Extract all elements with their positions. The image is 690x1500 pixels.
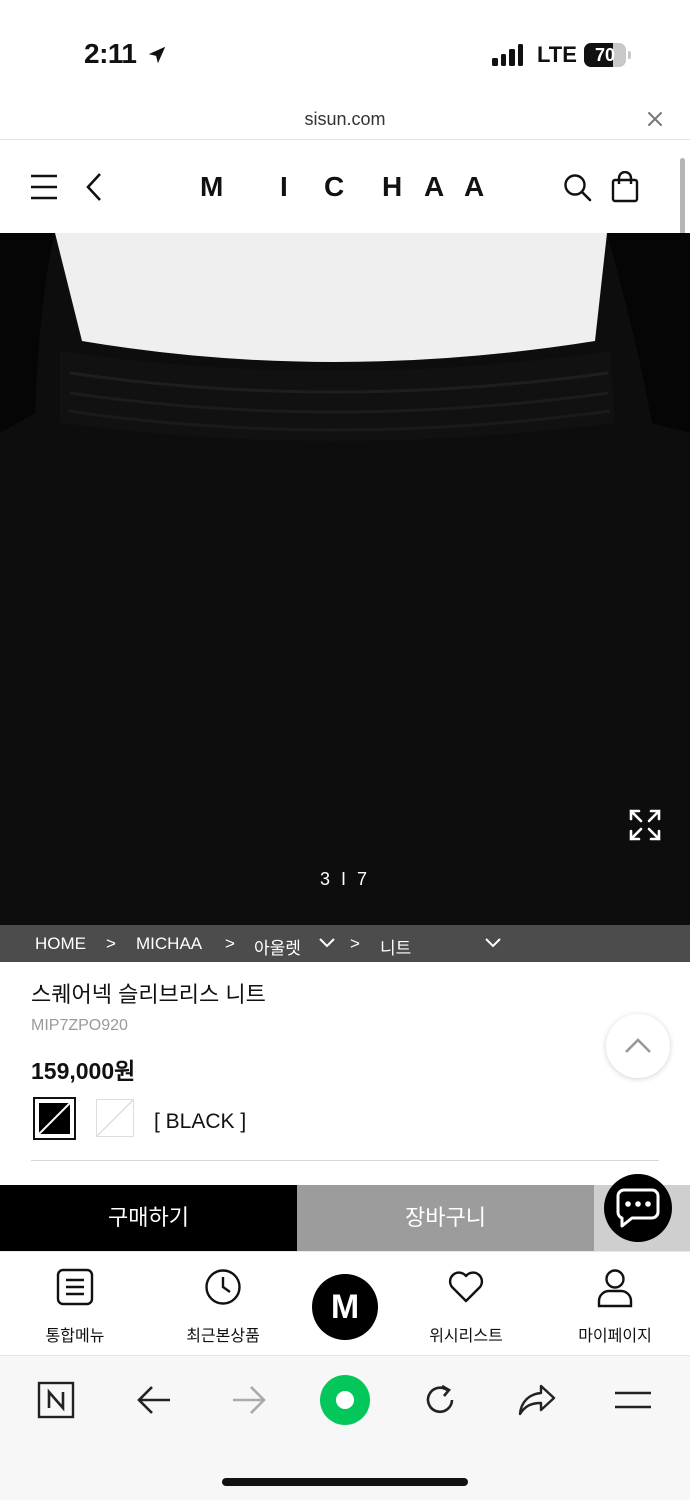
- chat-bubble-icon: [616, 1188, 660, 1228]
- breadcrumb-home[interactable]: HOME: [35, 934, 86, 954]
- nav-mypage[interactable]: 마이페이지: [540, 1252, 690, 1356]
- menu-list-icon: [56, 1268, 94, 1306]
- refresh-icon[interactable]: [422, 1382, 458, 1418]
- nav-home-button[interactable]: M: [312, 1274, 378, 1340]
- shopping-bag-icon[interactable]: [611, 171, 639, 203]
- expand-icon[interactable]: [628, 808, 662, 842]
- back-arrow-icon[interactable]: [84, 172, 104, 202]
- back-arrow-icon[interactable]: [136, 1384, 172, 1416]
- breadcrumb: HOME > MICHAA > 아울렛 > 니트: [0, 925, 690, 962]
- nav-menu-label: 통합메뉴: [45, 1328, 105, 1345]
- close-icon[interactable]: [646, 110, 664, 128]
- breadcrumb-separator: >: [350, 934, 360, 953]
- product-title: 스퀘어넥 슬리브리스 니트: [31, 982, 266, 1007]
- chat-button[interactable]: [604, 1174, 672, 1242]
- home-indicator[interactable]: [222, 1478, 468, 1486]
- nav-wishlist[interactable]: 위시리스트: [391, 1252, 541, 1356]
- cart-button[interactable]: 장바구니: [297, 1185, 594, 1251]
- battery-level: 70: [594, 45, 616, 65]
- signal-icon: [492, 44, 526, 66]
- logo-letter: M: [200, 171, 226, 202]
- nav-mypage-label: 마이페이지: [578, 1328, 652, 1345]
- battery-nub: [628, 51, 631, 59]
- url-text[interactable]: sisun.com: [0, 109, 690, 130]
- status-time: 2:11: [84, 38, 137, 69]
- network-type: LTE: [537, 42, 577, 67]
- product-price: 159,000원: [31, 1058, 136, 1084]
- scroll-top-button[interactable]: [606, 1014, 670, 1078]
- breadcrumb-separator: >: [106, 934, 116, 953]
- logo-letter: A: [464, 171, 487, 202]
- logo-letter: H: [382, 171, 405, 202]
- product-photo: [0, 233, 690, 962]
- chevron-down-icon[interactable]: [484, 937, 502, 949]
- nav-menu[interactable]: 통합메뉴: [0, 1252, 150, 1356]
- url-bar[interactable]: sisun.com: [0, 100, 690, 140]
- color-swatch-unavailable[interactable]: [96, 1099, 134, 1137]
- naver-green-dot-icon[interactable]: [319, 1374, 371, 1426]
- nav-recent-label: 최근본상품: [186, 1328, 260, 1345]
- product-code: MIP7ZPO920: [31, 1017, 128, 1034]
- swatch-slash-icon: [39, 1103, 70, 1134]
- color-swatch-black[interactable]: [33, 1097, 76, 1140]
- heart-icon: [448, 1271, 484, 1303]
- search-icon[interactable]: [563, 173, 593, 203]
- battery-icon: 70: [584, 43, 626, 67]
- logo-letter: C: [324, 171, 347, 202]
- chevron-down-icon[interactable]: [318, 937, 336, 949]
- forward-arrow-icon[interactable]: [231, 1384, 267, 1416]
- product-image[interactable]: 3 I 7: [0, 233, 690, 962]
- site-header: M I C H A A: [0, 141, 690, 233]
- divider: [31, 1160, 659, 1161]
- color-label: [ BLACK ]: [154, 1110, 247, 1133]
- logo-letter: A: [424, 171, 447, 202]
- share-icon[interactable]: [517, 1382, 557, 1418]
- breadcrumb-brand[interactable]: MICHAA: [136, 934, 202, 954]
- nav-recent[interactable]: 최근본상품: [148, 1252, 298, 1356]
- location-arrow-icon: [148, 46, 166, 64]
- buy-button[interactable]: 구매하기: [0, 1185, 297, 1251]
- breadcrumb-knit[interactable]: 니트: [380, 934, 411, 959]
- clock-icon: [205, 1269, 241, 1305]
- hamburger-menu-icon[interactable]: [30, 173, 58, 201]
- nav-wishlist-label: 위시리스트: [429, 1328, 503, 1345]
- brand-logo[interactable]: M I C H A A: [200, 171, 494, 203]
- user-icon: [597, 1269, 633, 1308]
- bottom-nav: 통합메뉴 최근본상품 M 위시리스트 마이페이지: [0, 1251, 690, 1355]
- logo-letter: I: [280, 171, 290, 202]
- naver-n-icon[interactable]: [37, 1381, 75, 1419]
- status-bar: 2:11 LTE 70: [0, 0, 690, 100]
- breadcrumb-separator: >: [225, 934, 235, 953]
- browser-menu-icon[interactable]: [613, 1388, 653, 1412]
- breadcrumb-outlet[interactable]: 아울렛: [254, 934, 301, 959]
- image-counter: 3 I 7: [319, 869, 371, 889]
- chevron-up-icon: [625, 1038, 651, 1053]
